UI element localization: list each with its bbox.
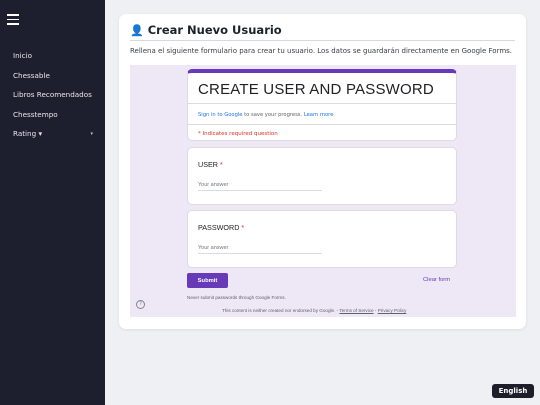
sign-in-text: to save your progress. xyxy=(242,112,304,118)
dropdown-caret-icon: ▾ xyxy=(90,130,93,137)
page-title: 👤 Crear Nuevo Usuario xyxy=(130,23,282,37)
question-label-password: PASSWORD * xyxy=(198,223,244,232)
password-input[interactable] xyxy=(198,242,322,254)
sidebar-nav: Inicio Chessable Libros Recomendados Che… xyxy=(0,46,105,144)
clear-form-button[interactable]: Clear form xyxy=(423,277,450,283)
main-card: 👤 Crear Nuevo Usuario Rellena el siguien… xyxy=(119,14,526,329)
menu-icon[interactable] xyxy=(7,14,19,25)
page-description: Rellena el siguiente formulario para cre… xyxy=(130,47,513,55)
form-header-card: CREATE USER AND PASSWORD Sign in to Goog… xyxy=(187,69,457,141)
sidebar-item-label: Libros Recomendados xyxy=(13,90,92,100)
sidebar-item-rating[interactable]: Rating ▾ ▾ xyxy=(0,124,105,144)
sidebar-item-chesstempo[interactable]: Chesstempo xyxy=(0,105,105,125)
page-title-text: Crear Nuevo Usuario xyxy=(147,23,282,37)
learn-more-link[interactable]: Learn more xyxy=(304,112,334,118)
language-button[interactable]: English xyxy=(492,384,534,398)
sidebar-item-label: Chessable xyxy=(13,70,50,80)
required-mark: * xyxy=(219,160,223,169)
submit-button[interactable]: Submit xyxy=(187,273,228,288)
sidebar-item-inicio[interactable]: Inicio xyxy=(0,46,105,66)
question-card-password: PASSWORD * xyxy=(187,210,457,268)
question-label-user: USER * xyxy=(198,160,223,169)
question-card-user: USER * xyxy=(187,147,457,205)
question-label-text: PASSWORD xyxy=(198,223,240,232)
google-form-embed: CREATE USER AND PASSWORD Sign in to Goog… xyxy=(130,65,516,317)
required-mark: * xyxy=(241,223,245,232)
terms-link[interactable]: Terms of Service xyxy=(339,308,373,313)
question-label-text: USER xyxy=(198,160,218,169)
password-warning: Never submit passwords through Google Fo… xyxy=(187,295,286,300)
sign-in-link[interactable]: Sign in to Google xyxy=(198,112,243,118)
form-footer: This content is neither created nor endo… xyxy=(222,308,406,313)
sidebar-item-label: Inicio xyxy=(13,51,33,61)
help-icon[interactable]: ? xyxy=(136,300,145,309)
sidebar-item-chessable[interactable]: Chessable xyxy=(0,66,105,86)
user-icon: 👤 xyxy=(130,23,144,37)
sidebar-item-label: Rating ▾ xyxy=(13,129,43,139)
sign-in-notice: Sign in to Google to save your progress.… xyxy=(198,112,333,118)
title-divider xyxy=(130,40,515,41)
sidebar: Inicio Chessable Libros Recomendados Che… xyxy=(0,0,105,405)
form-title: CREATE USER AND PASSWORD xyxy=(198,81,434,98)
footer-text: This content is neither created nor endo… xyxy=(222,308,340,313)
privacy-link[interactable]: Privacy Policy xyxy=(378,308,407,313)
sidebar-item-label: Chesstempo xyxy=(13,109,58,119)
divider xyxy=(188,124,456,125)
required-note: * Indicates required question xyxy=(198,131,278,137)
divider xyxy=(188,103,456,104)
sidebar-item-libros-recomendados[interactable]: Libros Recomendados xyxy=(0,85,105,105)
user-input[interactable] xyxy=(198,179,322,191)
